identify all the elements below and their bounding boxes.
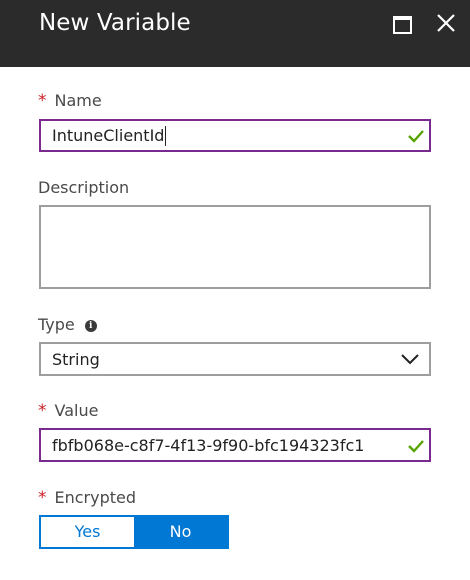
description-label: Description: [38, 178, 130, 197]
info-icon[interactable]: i: [84, 320, 97, 332]
encrypted-no-option[interactable]: No: [134, 517, 227, 547]
value-label: Value: [54, 401, 99, 420]
maximize-button[interactable]: [389, 12, 415, 34]
name-input[interactable]: IntuneClientId: [39, 119, 431, 152]
value-input-value: fbfb068e-c8f7-4f13-9f90-bfc194323fc1: [52, 436, 365, 455]
maximize-icon: [393, 16, 412, 34]
required-mark: *: [38, 488, 47, 508]
name-label-row: * Name: [38, 91, 102, 111]
text-cursor: [165, 126, 166, 146]
close-button[interactable]: [433, 10, 459, 36]
chevron-down-icon: [401, 354, 419, 365]
checkmark-icon: [408, 440, 424, 453]
name-label: Name: [54, 91, 102, 110]
description-textarea[interactable]: [39, 205, 431, 289]
value-label-row: * Value: [38, 401, 98, 421]
type-selected-value: String: [52, 350, 100, 369]
blade-header: New Variable: [0, 0, 470, 67]
encrypted-toggle[interactable]: Yes No: [39, 515, 229, 549]
type-label: Type: [38, 315, 75, 334]
blade-title: New Variable: [39, 10, 191, 36]
encrypted-yes-option[interactable]: Yes: [41, 517, 134, 547]
required-mark: *: [38, 401, 47, 421]
required-mark: *: [38, 91, 47, 111]
type-select[interactable]: String: [39, 342, 431, 376]
close-icon: [437, 14, 455, 32]
checkmark-icon: [408, 130, 424, 143]
name-input-value: IntuneClientId: [52, 126, 165, 145]
value-input[interactable]: fbfb068e-c8f7-4f13-9f90-bfc194323fc1: [39, 428, 431, 462]
encrypted-label-row: * Encrypted: [38, 488, 136, 508]
type-label-row: Type i: [38, 315, 97, 335]
encrypted-label: Encrypted: [54, 488, 137, 507]
